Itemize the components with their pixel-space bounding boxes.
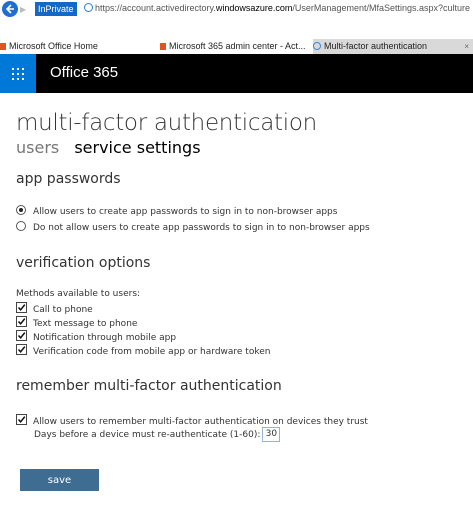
method-label: Verification code from mobile app or har… <box>33 347 271 357</box>
url-path: /UserManagement/MfaSettings.aspx?culture <box>292 3 471 13</box>
checkbox-text-message[interactable] <box>16 316 27 327</box>
option-label: Allow users to create app passwords to s… <box>33 207 338 217</box>
verification-options-heading: verification options <box>16 255 151 271</box>
remember-mfa-label: Allow users to remember multi-factor aut… <box>33 417 368 427</box>
option-label: Do not allow users to create app passwor… <box>33 223 370 233</box>
method-label: Notification through mobile app <box>33 333 177 343</box>
tab-office-home[interactable]: Microsoft Office Home <box>0 39 145 54</box>
page-title: multi-factor authentication <box>16 110 317 136</box>
browser-tab-strip: Microsoft Office Home Microsoft 365 admi… <box>0 19 473 54</box>
method-verification-code[interactable]: Verification code from mobile app or har… <box>16 344 270 357</box>
days-label: Days before a device must re-authenticat… <box>34 430 261 440</box>
inprivate-badge: InPrivate <box>35 2 77 16</box>
sub-navigation: users service settings <box>16 138 211 157</box>
browser-address-bar: ▶ InPrivate https://account.activedirect… <box>0 0 473 19</box>
checkbox-mobile-notification[interactable] <box>16 330 27 341</box>
method-mobile-notification[interactable]: Notification through mobile app <box>16 330 176 343</box>
back-arrow-icon[interactable] <box>2 1 18 17</box>
globe-icon <box>313 42 321 50</box>
tab-label: Microsoft 365 admin center - Act... <box>169 41 306 51</box>
remember-mfa-option[interactable]: Allow users to remember multi-factor aut… <box>16 414 368 427</box>
app-password-option-deny[interactable]: Do not allow users to create app passwor… <box>16 221 370 233</box>
tab-admin-center[interactable]: Microsoft 365 admin center - Act... <box>160 39 310 54</box>
office-icon <box>0 43 6 50</box>
methods-label: Methods available to users: <box>16 289 141 299</box>
tab-label: Microsoft Office Home <box>9 41 98 51</box>
url-host: windowsazure.com <box>215 3 293 13</box>
app-passwords-heading: app passwords <box>16 171 121 187</box>
days-row: Days before a device must re-authenticat… <box>34 427 281 442</box>
office-icon <box>160 43 166 50</box>
method-label: Text message to phone <box>33 319 138 329</box>
tab-service-settings[interactable]: service settings <box>74 138 200 157</box>
app-password-option-allow[interactable]: Allow users to create app passwords to s… <box>16 205 337 217</box>
checkbox-verification-code[interactable] <box>16 344 27 355</box>
forward-arrow-icon[interactable]: ▶ <box>20 5 26 14</box>
tab-label: Multi-factor authentication <box>324 41 428 51</box>
remember-mfa-heading: remember multi-factor authentication <box>16 378 282 394</box>
checkbox-remember-mfa[interactable] <box>16 414 27 425</box>
waffle-icon <box>12 68 24 80</box>
checkbox-call-to-phone[interactable] <box>16 302 27 313</box>
tab-users[interactable]: users <box>16 138 59 157</box>
close-icon[interactable]: × <box>464 39 469 54</box>
brand-title[interactable]: Office 365 <box>50 64 118 81</box>
tab-mfa[interactable]: Multi-factor authentication × <box>313 39 473 54</box>
url-prefix: https://account.activedirectory. <box>95 3 216 13</box>
radio-deny-app-passwords[interactable] <box>16 221 26 231</box>
save-button[interactable]: save <box>20 469 99 491</box>
days-input[interactable]: 30 <box>262 427 281 442</box>
url-field[interactable]: https://account.activedirectory.windowsa… <box>84 3 470 13</box>
method-text-message[interactable]: Text message to phone <box>16 316 137 329</box>
globe-icon <box>84 3 93 12</box>
app-header: Office 365 <box>0 54 473 93</box>
method-call-to-phone[interactable]: Call to phone <box>16 302 93 315</box>
method-label: Call to phone <box>33 305 93 315</box>
app-launcher-button[interactable] <box>0 54 36 93</box>
radio-allow-app-passwords[interactable] <box>16 205 26 215</box>
